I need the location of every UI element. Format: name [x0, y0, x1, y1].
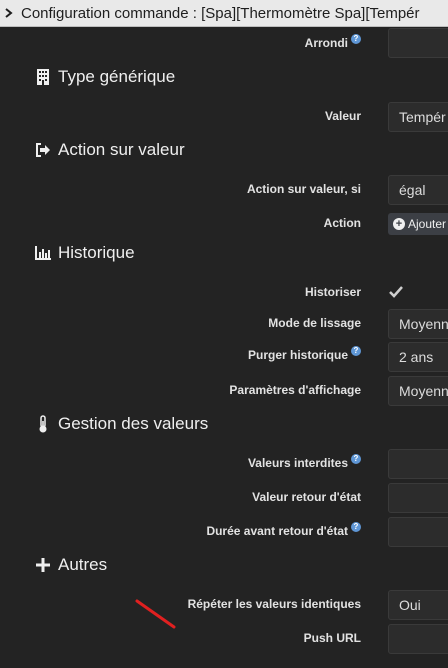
- repeter-label: Répéter les valeurs identiques: [187, 597, 361, 611]
- chevron-right-icon[interactable]: [5, 6, 15, 21]
- annotation-mark: [134, 598, 178, 635]
- section-type-generique: Type générique: [34, 67, 175, 87]
- bar-chart-icon: [34, 246, 52, 260]
- purger-select[interactable]: 2 ans: [388, 342, 448, 372]
- window-titlebar: Configuration commande : [Spa][Thermomèt…: [0, 0, 448, 27]
- section-title: Autres: [58, 555, 108, 574]
- plus-circle-icon: +: [393, 218, 405, 230]
- valeurs-interdites-input[interactable]: [388, 449, 448, 479]
- section-title: Type générique: [58, 67, 176, 86]
- thermometer-icon: [34, 415, 52, 433]
- valeur-label: Valeur: [324, 109, 361, 123]
- historiser-label: Historiser: [304, 285, 361, 299]
- section-title: Gestion des valeurs: [58, 414, 209, 433]
- lissage-select[interactable]: Moyenn: [388, 309, 448, 339]
- plus-icon: [34, 558, 52, 572]
- arrondi-input[interactable]: [388, 28, 448, 58]
- duree-retour-label: Durée avant retour d'état?: [206, 522, 361, 538]
- push-url-label: Push URL: [303, 631, 361, 645]
- valeur-retour-label: Valeur retour d'état: [252, 490, 361, 504]
- help-icon[interactable]: ?: [351, 34, 361, 44]
- section-gestion-valeurs: Gestion des valeurs: [34, 414, 208, 434]
- duree-retour-input[interactable]: [388, 517, 448, 547]
- section-title: Action sur valeur: [58, 140, 185, 159]
- add-action-button-label: Ajouter: [408, 217, 447, 231]
- building-icon: [34, 69, 52, 85]
- action-condition-label: Action sur valeur, si: [246, 182, 361, 196]
- push-url-input[interactable]: [388, 624, 448, 654]
- section-autres: Autres: [34, 555, 107, 575]
- add-action-button[interactable]: + Ajouter: [388, 213, 448, 235]
- valeurs-interdites-label: Valeurs interdites?: [248, 454, 361, 470]
- repeter-select[interactable]: Oui: [388, 590, 448, 620]
- action-condition-select[interactable]: égal: [388, 175, 448, 205]
- valeur-retour-input[interactable]: [388, 483, 448, 513]
- section-historique: Historique: [34, 243, 135, 263]
- sign-out-icon: [34, 143, 52, 157]
- section-action-sur-valeur: Action sur valeur: [34, 140, 185, 160]
- affichage-label: Paramètres d'affichage: [229, 383, 361, 397]
- historiser-checkbox[interactable]: [388, 285, 404, 299]
- window-title: Configuration commande : [Spa][Thermomèt…: [21, 4, 420, 22]
- affichage-select[interactable]: Moyenn: [388, 376, 448, 406]
- help-icon[interactable]: ?: [351, 346, 361, 356]
- help-icon[interactable]: ?: [351, 522, 361, 532]
- section-title: Historique: [58, 243, 135, 262]
- action-label: Action: [323, 216, 361, 230]
- valeur-select[interactable]: Tempér: [388, 102, 448, 132]
- lissage-label: Mode de lissage: [268, 316, 361, 330]
- arrondi-label: Arrondi?: [305, 34, 361, 50]
- purger-label: Purger historique?: [248, 346, 361, 362]
- help-icon[interactable]: ?: [351, 454, 361, 464]
